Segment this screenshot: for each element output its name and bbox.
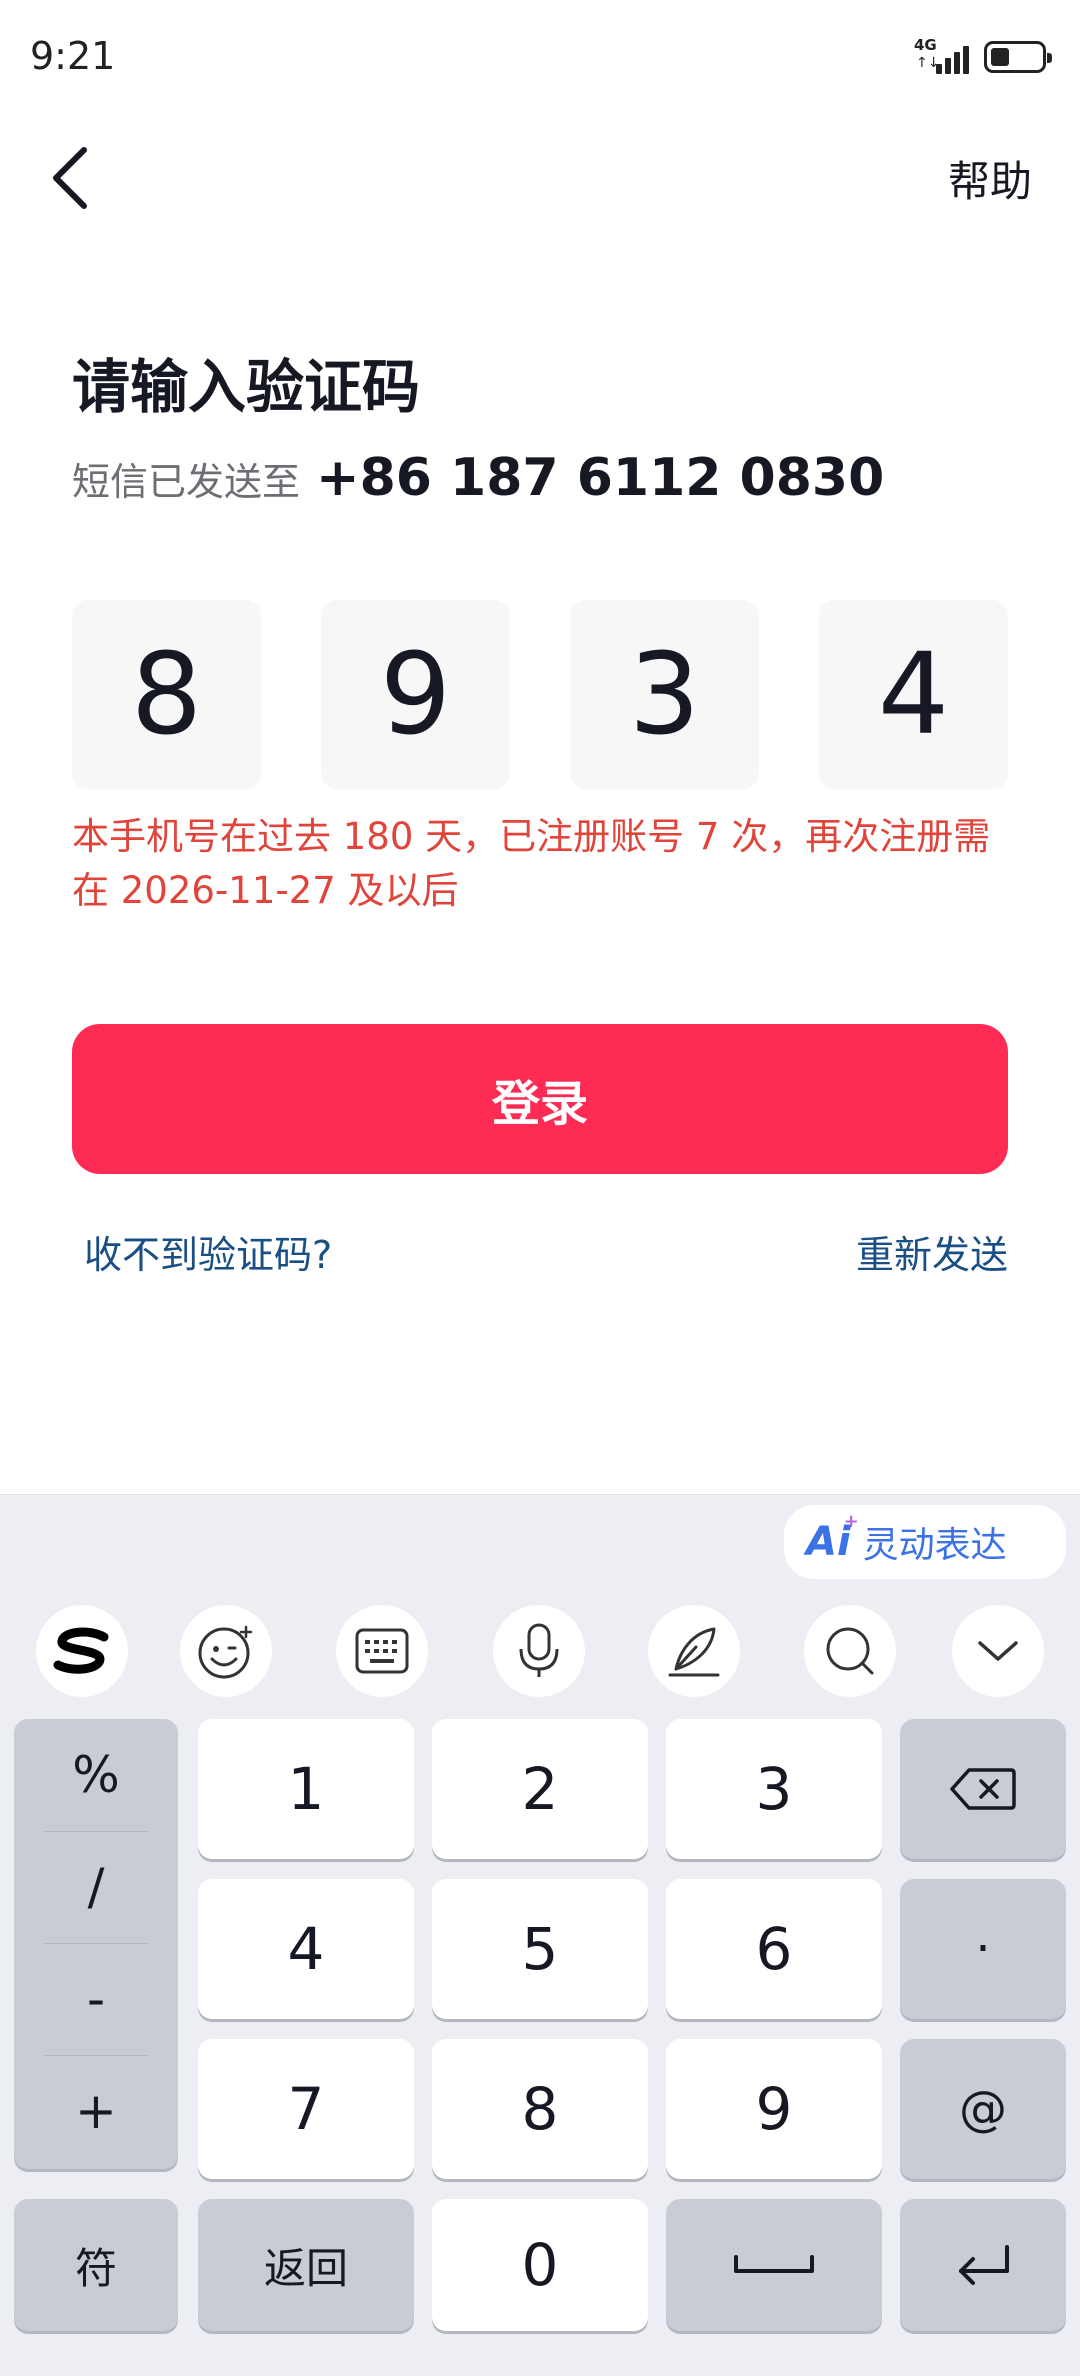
page-title: 请输入验证码 (72, 353, 421, 421)
key-at[interactable]: @ (900, 2039, 1066, 2179)
voice-input-button[interactable] (493, 1605, 585, 1697)
login-button[interactable]: 登录 (72, 1024, 1008, 1174)
ai-logo-icon: Ai (806, 1511, 858, 1565)
key-4[interactable]: 4 (198, 1879, 414, 2019)
code-digit-2[interactable]: 9 (321, 600, 510, 789)
return-key[interactable]: 返回 (198, 2199, 414, 2331)
resend-link[interactable]: 重新发送 (856, 1224, 1008, 1279)
key-5[interactable]: 5 (432, 1879, 648, 2019)
status-bar: 9:21 4G ↑↓ (0, 0, 1080, 120)
keyboard-toolbar (0, 1605, 1080, 1701)
keyboard-icon (355, 1628, 409, 1674)
sogou-logo-icon (53, 1627, 109, 1674)
code-digit-3[interactable]: 3 (570, 600, 759, 789)
key-slash[interactable]: / (14, 1831, 178, 1943)
handwriting-button[interactable] (648, 1605, 740, 1697)
enter-key[interactable] (900, 2199, 1066, 2331)
chevron-down-icon (978, 1641, 1018, 1661)
enter-icon (959, 2245, 1009, 2285)
network-type-label: 4G (914, 36, 937, 54)
registration-limit-warning: 本手机号在过去 180 天，已注册账号 7 次，再次注册需在 2026-11-2… (72, 815, 991, 912)
key-8[interactable]: 8 (432, 2039, 648, 2179)
key-9[interactable]: 9 (666, 2039, 882, 2179)
key-6[interactable]: 6 (666, 1879, 882, 2019)
phone-number: +86 187 6112 0830 (316, 448, 885, 508)
back-button[interactable] (40, 138, 100, 218)
key-7[interactable]: 7 (198, 2039, 414, 2179)
handwriting-icon (668, 1627, 720, 1677)
cellular-signal-icon: 4G ↑↓ (914, 38, 972, 76)
symbol-column: % / - + (14, 1719, 178, 2169)
verification-code-input[interactable]: 8 9 3 4 (72, 600, 1008, 789)
ai-expression-button[interactable]: Ai 灵动表达 (784, 1505, 1066, 1579)
keyboard-layout-button[interactable] (336, 1605, 428, 1697)
sms-sent-info: 短信已发送至 +86 187 6112 0830 (72, 448, 884, 508)
code-digit-1[interactable]: 8 (72, 600, 261, 789)
battery-icon (984, 41, 1052, 73)
status-time: 9:21 (30, 34, 116, 78)
sogou-logo-button[interactable] (36, 1605, 128, 1697)
key-0[interactable]: 0 (432, 2199, 648, 2331)
emoji-button[interactable] (180, 1605, 272, 1697)
help-link[interactable]: 帮助 (948, 148, 1032, 209)
chevron-left-icon (53, 147, 87, 209)
key-plus[interactable]: + (14, 2055, 178, 2167)
numeric-keyboard: Ai 灵动表达 (0, 1494, 1080, 2376)
space-key[interactable] (666, 2199, 882, 2331)
key-2[interactable]: 2 (432, 1719, 648, 1859)
backspace-key[interactable] (900, 1719, 1066, 1859)
no-code-link[interactable]: 收不到验证码? (84, 1224, 332, 1279)
emoji-icon (198, 1625, 253, 1679)
sms-sent-label: 短信已发送至 (72, 460, 301, 504)
backspace-icon (950, 1768, 1016, 1810)
key-dot[interactable]: · (900, 1879, 1066, 2019)
microphone-icon (519, 1623, 559, 1677)
key-3[interactable]: 3 (666, 1719, 882, 1859)
search-button[interactable] (804, 1605, 896, 1697)
ai-expression-label: 灵动表达 (862, 1525, 1007, 1566)
symbols-key[interactable]: 符 (14, 2199, 178, 2331)
key-minus[interactable]: - (14, 1943, 178, 2055)
code-digit-4[interactable]: 4 (819, 600, 1008, 789)
key-percent[interactable]: % (14, 1719, 178, 1831)
collapse-keyboard-button[interactable] (952, 1605, 1044, 1697)
space-icon (734, 2255, 814, 2273)
search-icon (826, 1627, 874, 1675)
status-icons: 4G ↑↓ (914, 38, 1052, 76)
key-1[interactable]: 1 (198, 1719, 414, 1859)
